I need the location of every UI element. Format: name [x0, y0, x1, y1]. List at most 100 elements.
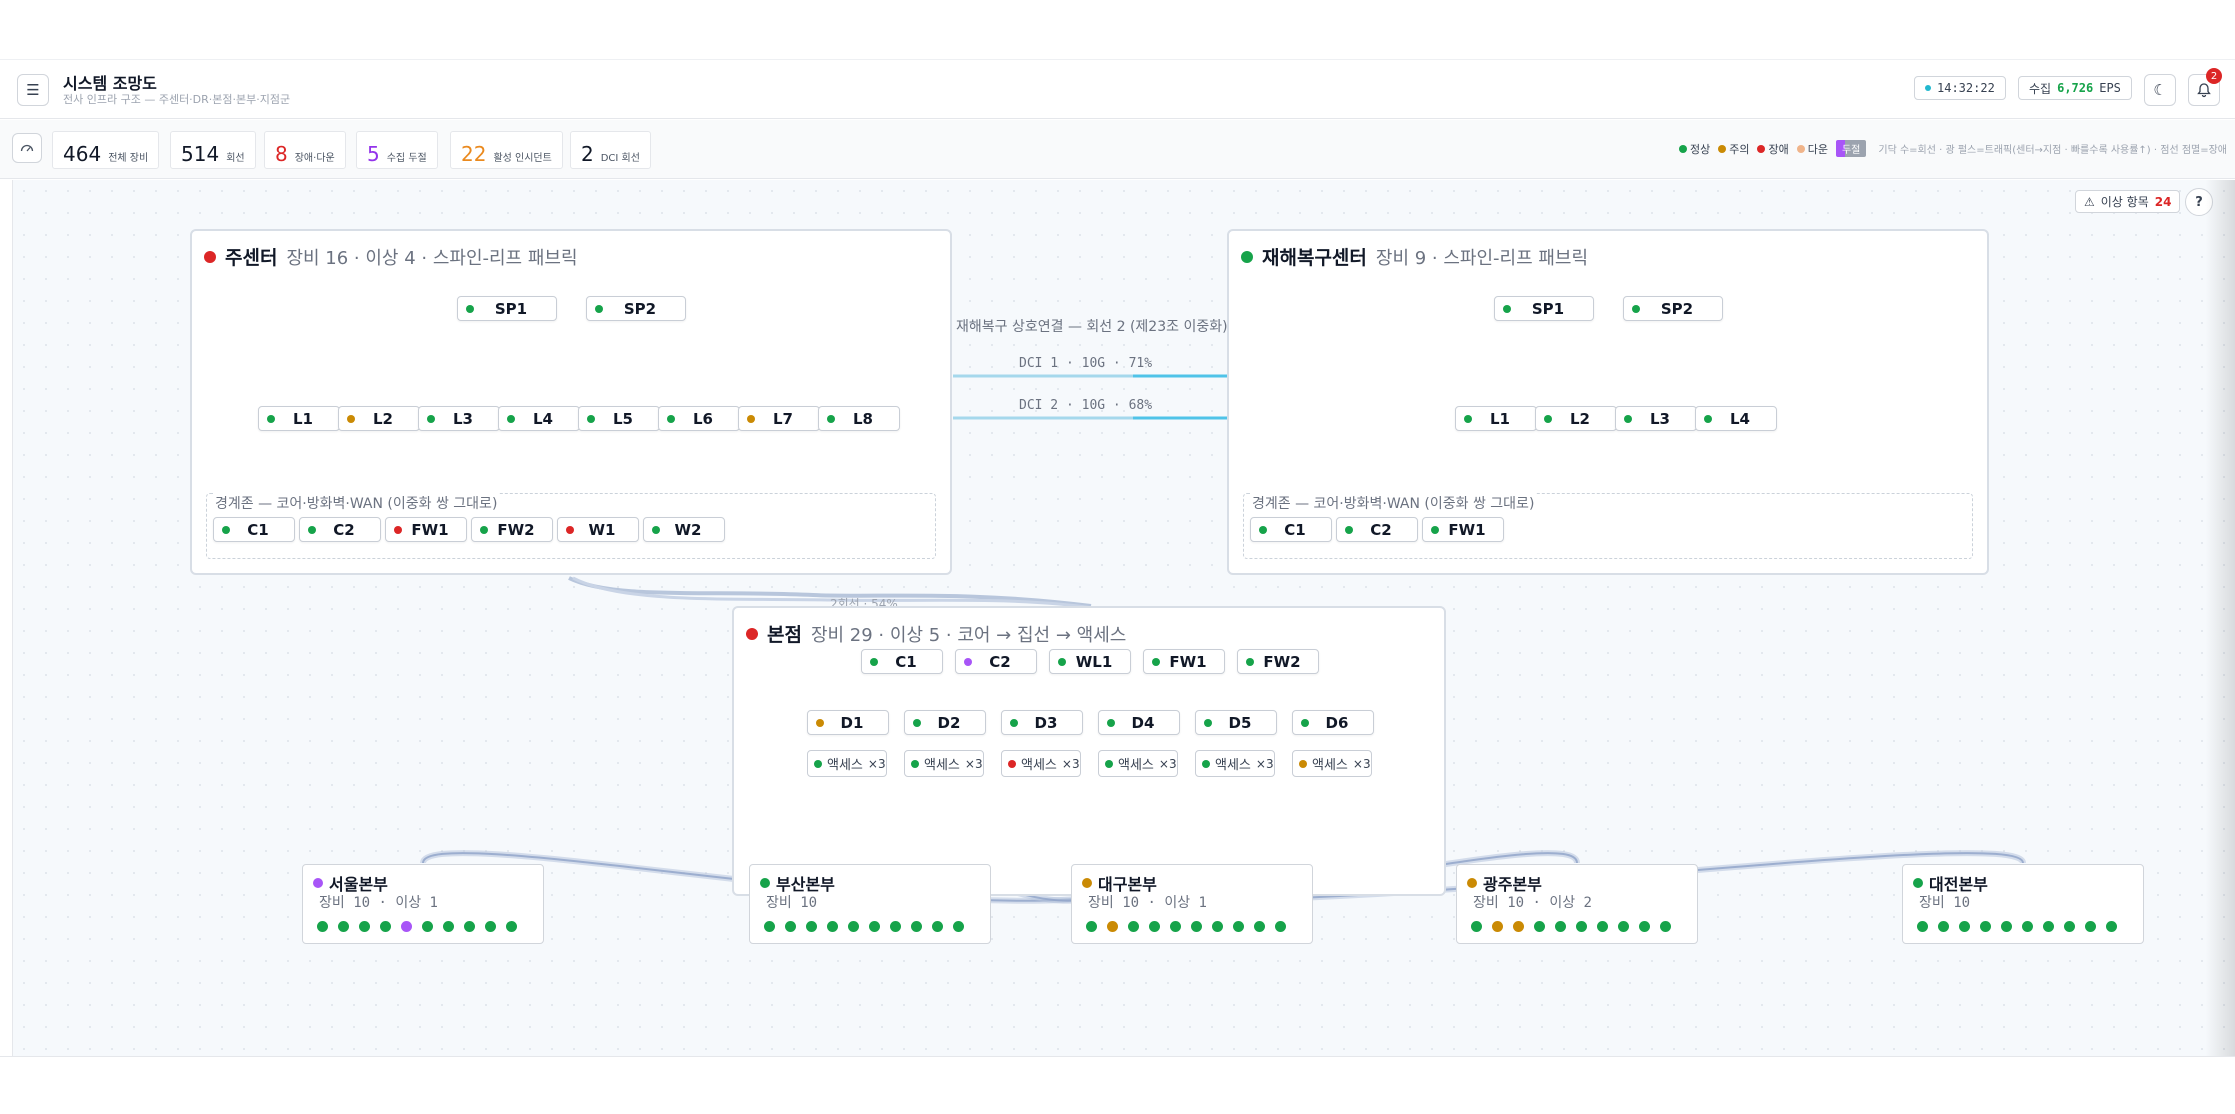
device-status-dot[interactable] — [2064, 921, 2075, 932]
device-status-dot[interactable] — [785, 921, 796, 932]
hq-access-group[interactable]: 액세스 ×3 — [1292, 750, 1372, 777]
hq-access-group[interactable]: 액세스 ×3 — [904, 750, 984, 777]
device-status-dot[interactable] — [1254, 921, 1265, 932]
device-status-dot[interactable] — [1492, 921, 1503, 932]
dr-leaf-l2[interactable]: L2 — [1535, 406, 1617, 431]
anomaly-button[interactable]: ⚠ 이상 항목 24 — [2075, 190, 2181, 213]
device-status-dot[interactable] — [2106, 921, 2117, 932]
main-leaf-l4[interactable]: L4 — [498, 406, 580, 431]
device-status-dot[interactable] — [911, 921, 922, 932]
device-status-dot[interactable] — [1639, 921, 1650, 932]
dr-border-fw1[interactable]: FW1 — [1422, 517, 1504, 542]
device-status-dot[interactable] — [1149, 921, 1160, 932]
device-status-dot[interactable] — [1938, 921, 1949, 932]
dr-spine-sp1[interactable]: SP1 — [1494, 296, 1594, 321]
hq-core-fw2[interactable]: FW2 — [1237, 649, 1319, 674]
hq-core-c1[interactable]: C1 — [861, 649, 943, 674]
device-status-dot[interactable] — [848, 921, 859, 932]
device-status-dot[interactable] — [1980, 921, 1991, 932]
device-status-dot[interactable] — [359, 921, 370, 932]
device-status-dot[interactable] — [1191, 921, 1202, 932]
main-border-c2[interactable]: C2 — [299, 517, 381, 542]
device-status-dot[interactable] — [1128, 921, 1139, 932]
branch-card[interactable]: 서울본부 장비 10 · 이상 1 — [302, 864, 544, 944]
device-status-dot[interactable] — [485, 921, 496, 932]
branch-card[interactable]: 대구본부 장비 10 · 이상 1 — [1071, 864, 1313, 944]
device-status-dot[interactable] — [869, 921, 880, 932]
device-status-dot[interactable] — [2022, 921, 2033, 932]
device-status-dot[interactable] — [1212, 921, 1223, 932]
dashboard-button[interactable] — [12, 133, 42, 163]
device-status-dot[interactable] — [764, 921, 775, 932]
device-status-dot[interactable] — [1576, 921, 1587, 932]
dr-border-c2[interactable]: C2 — [1336, 517, 1418, 542]
device-status-dot[interactable] — [1513, 921, 1524, 932]
main-leaf-l2[interactable]: L2 — [338, 406, 420, 431]
hq-dist-d5[interactable]: D5 — [1195, 710, 1277, 735]
dr-border-c1[interactable]: C1 — [1250, 517, 1332, 542]
device-status-dot[interactable] — [1471, 921, 1482, 932]
main-spine-sp1[interactable]: SP1 — [457, 296, 557, 321]
main-leaf-l3[interactable]: L3 — [418, 406, 500, 431]
dr-leaf-l3[interactable]: L3 — [1615, 406, 1697, 431]
device-status-dot[interactable] — [1618, 921, 1629, 932]
hq-dist-d3[interactable]: D3 — [1001, 710, 1083, 735]
device-status-dot[interactable] — [1959, 921, 1970, 932]
device-status-dot[interactable] — [932, 921, 943, 932]
device-status-dot[interactable] — [506, 921, 517, 932]
device-status-dot[interactable] — [827, 921, 838, 932]
hq-access-group[interactable]: 액세스 ×3 — [1098, 750, 1178, 777]
main-leaf-l1[interactable]: L1 — [258, 406, 340, 431]
device-status-dot[interactable] — [890, 921, 901, 932]
main-border-c1[interactable]: C1 — [213, 517, 295, 542]
hq-access-group[interactable]: 액세스 ×3 — [807, 750, 887, 777]
hq-dist-d4[interactable]: D4 — [1098, 710, 1180, 735]
main-border-fw1[interactable]: FW1 — [385, 517, 467, 542]
hq-dist-d2[interactable]: D2 — [904, 710, 986, 735]
hq-core-fw1[interactable]: FW1 — [1143, 649, 1225, 674]
main-border-w1[interactable]: W1 — [557, 517, 639, 542]
device-status-dot[interactable] — [401, 921, 412, 932]
topology-canvas[interactable]: ⚠ 이상 항목 24 ? 주센터 장비 16 · 이상 4 · 스파인-리프 패… — [12, 180, 2235, 1056]
device-status-dot[interactable] — [464, 921, 475, 932]
device-status-dot[interactable] — [2085, 921, 2096, 932]
device-status-dot[interactable] — [1597, 921, 1608, 932]
device-status-dot[interactable] — [1170, 921, 1181, 932]
branch-card[interactable]: 광주본부 장비 10 · 이상 2 — [1456, 864, 1698, 944]
device-status-dot[interactable] — [422, 921, 433, 932]
theme-toggle-button[interactable]: ☾ — [2144, 74, 2176, 106]
device-status-dot[interactable] — [443, 921, 454, 932]
hq-access-group[interactable]: 액세스 ×3 — [1195, 750, 1275, 777]
main-border-fw2[interactable]: FW2 — [471, 517, 553, 542]
main-leaf-l8[interactable]: L8 — [818, 406, 900, 431]
main-leaf-l7[interactable]: L7 — [738, 406, 820, 431]
device-status-dot[interactable] — [1275, 921, 1286, 932]
device-status-dot[interactable] — [380, 921, 391, 932]
device-status-dot[interactable] — [953, 921, 964, 932]
hq-core-wl1[interactable]: WL1 — [1049, 649, 1131, 674]
device-status-dot[interactable] — [1233, 921, 1244, 932]
menu-button[interactable]: ☰ — [17, 74, 49, 106]
dr-leaf-l4[interactable]: L4 — [1695, 406, 1777, 431]
device-status-dot[interactable] — [1917, 921, 1928, 932]
device-status-dot[interactable] — [1086, 921, 1097, 932]
hq-dist-d6[interactable]: D6 — [1292, 710, 1374, 735]
device-status-dot[interactable] — [1107, 921, 1118, 932]
main-leaf-l6[interactable]: L6 — [658, 406, 740, 431]
hq-access-group[interactable]: 액세스 ×3 — [1001, 750, 1081, 777]
device-status-dot[interactable] — [317, 921, 328, 932]
main-leaf-l5[interactable]: L5 — [578, 406, 660, 431]
device-status-dot[interactable] — [806, 921, 817, 932]
branch-card[interactable]: 부산본부 장비 10 — [749, 864, 991, 944]
device-status-dot[interactable] — [1660, 921, 1671, 932]
device-status-dot[interactable] — [338, 921, 349, 932]
hq-dist-d1[interactable]: D1 — [807, 710, 889, 735]
main-spine-sp2[interactable]: SP2 — [586, 296, 686, 321]
main-border-w2[interactable]: W2 — [643, 517, 725, 542]
branch-card[interactable]: 대전본부 장비 10 — [1902, 864, 2144, 944]
dr-leaf-l1[interactable]: L1 — [1455, 406, 1537, 431]
dr-spine-sp2[interactable]: SP2 — [1623, 296, 1723, 321]
device-status-dot[interactable] — [2001, 921, 2012, 932]
device-status-dot[interactable] — [2043, 921, 2054, 932]
hq-core-c2[interactable]: C2 — [955, 649, 1037, 674]
